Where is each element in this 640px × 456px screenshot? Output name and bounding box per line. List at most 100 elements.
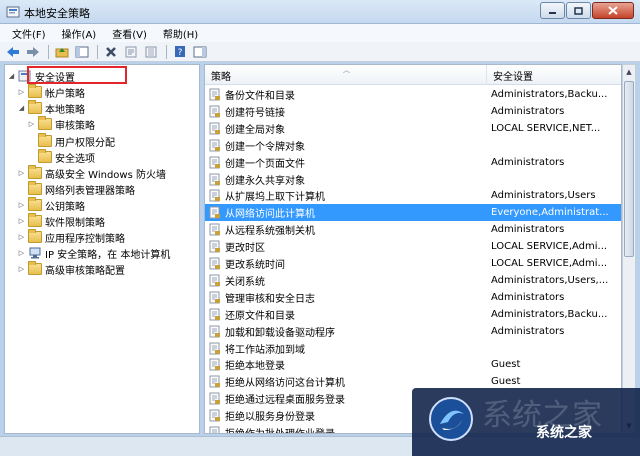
- menu-action[interactable]: 操作(A): [54, 26, 105, 41]
- scroll-up-arrow-icon[interactable]: ▲: [623, 65, 635, 79]
- help-book-icon: ?: [175, 46, 185, 58]
- table-row[interactable]: 从远程系统强制关机 Administrators: [205, 221, 621, 238]
- expand-arrow-icon[interactable]: ▷: [17, 88, 26, 96]
- sort-ascending-icon: ︿: [343, 66, 350, 74]
- policy-name: 拒绝从网络访问这台计算机: [225, 378, 345, 390]
- expand-arrow-icon[interactable]: ▷: [17, 217, 26, 225]
- help-button[interactable]: ?: [171, 43, 189, 61]
- tree-item-advanced-audit[interactable]: ▷ 高级审核策略配置: [17, 261, 125, 277]
- policy-cell: 备份文件和目录: [209, 87, 485, 102]
- table-row[interactable]: 将工作站添加到域: [205, 340, 621, 357]
- tree-item-windows-firewall[interactable]: ▷ 高级安全 Windows 防火墙: [17, 165, 166, 181]
- forward-button[interactable]: [24, 43, 42, 61]
- table-row[interactable]: 更改时区 LOCAL SERVICE,Admi...: [205, 238, 621, 255]
- folder-icon: [28, 197, 42, 211]
- table-row[interactable]: 从扩展坞上取下计算机 Administrators,Users: [205, 187, 621, 204]
- minimize-button[interactable]: [540, 2, 565, 19]
- show-hide-action-pane-button[interactable]: [191, 43, 209, 61]
- ip-security-icon: [29, 247, 41, 259]
- table-row[interactable]: 拒绝本地登录 Guest: [205, 356, 621, 373]
- table-row[interactable]: 备份文件和目录 Administrators,Backu...: [205, 86, 621, 103]
- table-row[interactable]: 管理审核和安全日志 Administrators: [205, 289, 621, 306]
- tree-item-label: 本地策略: [45, 104, 85, 116]
- policy-cell: 从扩展坞上取下计算机: [209, 188, 485, 203]
- expand-arrow-icon[interactable]: ▷: [17, 265, 26, 273]
- policy-cell: 创建一个页面文件: [209, 155, 485, 170]
- table-row[interactable]: 创建全局对象 LOCAL SERVICE,NET...: [205, 120, 621, 137]
- policy-setting-icon: [209, 173, 220, 185]
- scrollbar-thumb[interactable]: [624, 81, 634, 257]
- policy-name: 创建符号链接: [225, 107, 285, 119]
- expand-arrow-icon[interactable]: ▷: [27, 120, 36, 128]
- table-row[interactable]: 关闭系统 Administrators,Users,...: [205, 272, 621, 289]
- collapse-arrow-icon[interactable]: ◢: [17, 104, 26, 112]
- security-setting-value: Guest: [491, 376, 521, 388]
- tree-item-label: 安全选项: [55, 153, 95, 165]
- policy-setting-icon: [209, 88, 220, 101]
- security-setting-value: Administrators,Users,...: [491, 274, 609, 286]
- maximize-button[interactable]: [566, 2, 591, 19]
- folder-icon: [28, 181, 42, 195]
- expand-arrow-icon[interactable]: ▷: [17, 201, 26, 209]
- security-setting-value: Administrators: [491, 224, 565, 236]
- tree-item-local-policy[interactable]: ◢ 本地策略: [17, 100, 85, 116]
- show-hide-tree-button[interactable]: [73, 43, 91, 61]
- console-tree-icon: [75, 46, 89, 57]
- menu-help[interactable]: 帮助(H): [155, 26, 206, 41]
- up-folder-button[interactable]: [53, 43, 71, 61]
- highlight-box: [27, 66, 127, 84]
- delete-button[interactable]: [102, 43, 120, 61]
- tree-item-software-restriction[interactable]: ▷ 软件限制策略: [17, 213, 105, 229]
- tree-item-label: 审核策略: [55, 120, 95, 132]
- close-button[interactable]: [592, 2, 634, 19]
- toolbar-separator: [97, 44, 98, 59]
- policy-setting-icon: [209, 139, 220, 152]
- table-row[interactable]: 创建一个令牌对象: [205, 137, 621, 154]
- properties-icon: [125, 46, 137, 57]
- table-row[interactable]: 创建符号链接 Administrators: [205, 103, 621, 120]
- tree-item-public-key-policy[interactable]: ▷ 公钥策略: [17, 197, 85, 213]
- policy-setting-icon: [209, 375, 220, 388]
- table-row[interactable]: 创建一个页面文件 Administrators: [205, 154, 621, 171]
- policy-cell: 更改时区: [209, 239, 485, 254]
- table-row[interactable]: 创建永久共享对象: [205, 171, 621, 188]
- security-setting-value: Everyone,Administrat...: [491, 207, 609, 219]
- policy-name: 关闭系统: [225, 276, 265, 288]
- policy-setting-icon: [209, 308, 220, 321]
- tree-item-user-rights-assignment[interactable]: 用户权限分配: [27, 133, 115, 149]
- tree-item-ip-security[interactable]: ▷ IP 安全策略，在 本地计算机: [17, 245, 170, 261]
- table-row[interactable]: 还原文件和目录 Administrators,Backu...: [205, 306, 621, 323]
- export-list-button[interactable]: [142, 43, 160, 61]
- expand-arrow-icon[interactable]: ▷: [17, 169, 26, 177]
- table-row[interactable]: 更改系统时间 LOCAL SERVICE,Admi...: [205, 255, 621, 272]
- tree-item-label: IP 安全策略，在 本地计算机: [45, 249, 171, 261]
- menu-view[interactable]: 查看(V): [104, 26, 155, 41]
- policy-setting-icon: [209, 325, 220, 338]
- column-header-setting[interactable]: 安全设置: [487, 65, 621, 85]
- policy-setting-icon: [209, 223, 220, 236]
- firewall-icon: [28, 165, 42, 179]
- expand-arrow-icon[interactable]: ▷: [17, 249, 26, 257]
- folder-icon: [38, 116, 52, 130]
- properties-button[interactable]: [122, 43, 140, 61]
- tree-item-audit-policy[interactable]: ▷ 审核策略: [27, 116, 95, 132]
- menu-file[interactable]: 文件(F): [4, 26, 54, 41]
- maximize-icon: [574, 6, 583, 15]
- vertical-scrollbar[interactable]: ▲ ▼: [622, 64, 636, 434]
- collapse-arrow-icon[interactable]: ◢: [7, 72, 16, 80]
- policy-name: 创建永久共享对象: [225, 175, 305, 187]
- tree-item-security-options[interactable]: 安全选项: [27, 149, 95, 165]
- expand-arrow-icon[interactable]: ▷: [17, 233, 26, 241]
- tree-item-application-control[interactable]: ▷ 应用程序控制策略: [17, 229, 125, 245]
- tree-item-network-list-manager[interactable]: 网络列表管理器策略: [17, 181, 135, 197]
- back-button[interactable]: [4, 43, 22, 61]
- table-row[interactable]: 从网络访问此计算机 Everyone,Administrat...: [205, 204, 621, 222]
- policy-cell: 加载和卸载设备驱动程序: [209, 324, 485, 339]
- folder-icon: [28, 213, 42, 227]
- watermark-logo-icon: [429, 397, 473, 441]
- tree-item-account-policy[interactable]: ▷ 帐户策略: [17, 84, 85, 100]
- table-row[interactable]: 加载和卸载设备驱动程序 Administrators: [205, 323, 621, 340]
- svg-text:?: ?: [178, 48, 183, 58]
- policy-cell: 拒绝本地登录: [209, 357, 485, 372]
- policy-name: 加载和卸载设备驱动程序: [225, 327, 335, 339]
